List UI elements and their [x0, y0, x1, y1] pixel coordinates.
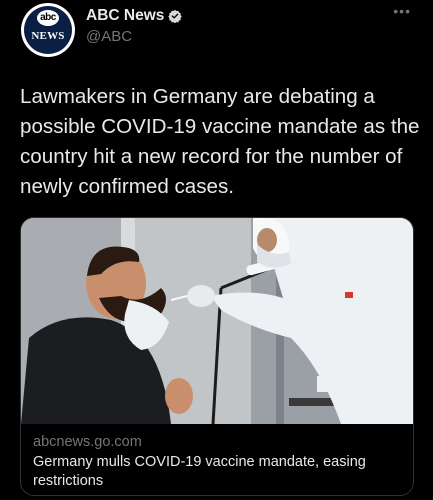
more-options-icon[interactable]: •••	[393, 4, 411, 18]
card-image[interactable]	[21, 218, 413, 424]
card-domain: abcnews.go.com	[33, 434, 142, 450]
card-meta[interactable]: abcnews.go.com Germany mulls COVID-19 va…	[33, 432, 403, 491]
author-display-name[interactable]: ABC News	[86, 7, 164, 25]
verified-badge-icon	[168, 9, 183, 23]
avatar-news-word: NEWS	[31, 30, 65, 42]
card-title: Germany mulls COVID-19 vaccine mandate, …	[33, 454, 366, 489]
author-name-row[interactable]: ABC News	[86, 7, 183, 25]
link-preview-card[interactable]: abcnews.go.com Germany mulls COVID-19 va…	[20, 217, 414, 496]
covid-test-photo	[21, 218, 413, 424]
author-handle[interactable]: @ABC	[86, 28, 132, 45]
author-avatar[interactable]: abc NEWS	[21, 3, 75, 57]
avatar-abc-badge: abc	[37, 10, 59, 26]
tweet-text: Lawmakers in Germany are debating a poss…	[20, 85, 420, 198]
